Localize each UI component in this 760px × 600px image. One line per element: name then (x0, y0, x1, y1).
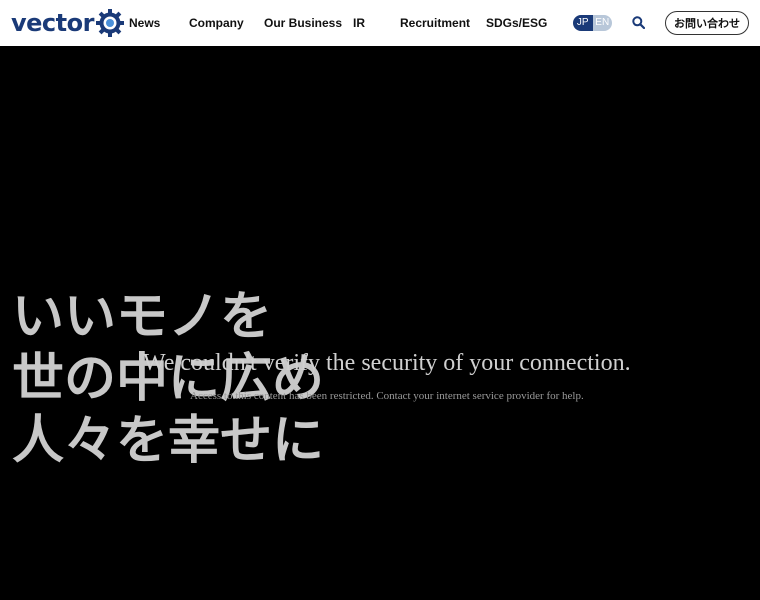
error-subtitle: Access to this content has been restrict… (190, 390, 584, 402)
language-switch: JP EN (573, 15, 612, 31)
nav-ir[interactable]: IR (353, 15, 365, 31)
catch-line-3: 人々を幸せに (12, 411, 325, 471)
contact-button[interactable]: お問い合わせ (665, 11, 749, 35)
site-header: vector News Company Our Business IR Recr… (0, 0, 760, 46)
search-icon[interactable] (632, 16, 645, 29)
nav-news[interactable]: News (129, 15, 160, 31)
nav-sdgs-esg[interactable]: SDGs/ESG (486, 15, 547, 31)
nav-our-business[interactable]: Our Business (264, 15, 342, 31)
catch-line-1: いいモノを (12, 287, 273, 347)
nav-recruitment[interactable]: Recruitment (400, 15, 470, 31)
hero-section: いいモノを 世の中に広め 人々を幸せに We couldn't verify t… (0, 46, 760, 600)
lang-en-button[interactable]: EN (592, 15, 612, 31)
lang-jp-button[interactable]: JP (573, 15, 593, 31)
main-nav: News Company Our Business IR Recruitment… (0, 0, 760, 46)
hero-catchphrase: いいモノを 世の中に広め 人々を幸せに (12, 286, 324, 472)
nav-company[interactable]: Company (189, 15, 244, 31)
error-title: We couldn't verify the security of your … (143, 350, 631, 376)
